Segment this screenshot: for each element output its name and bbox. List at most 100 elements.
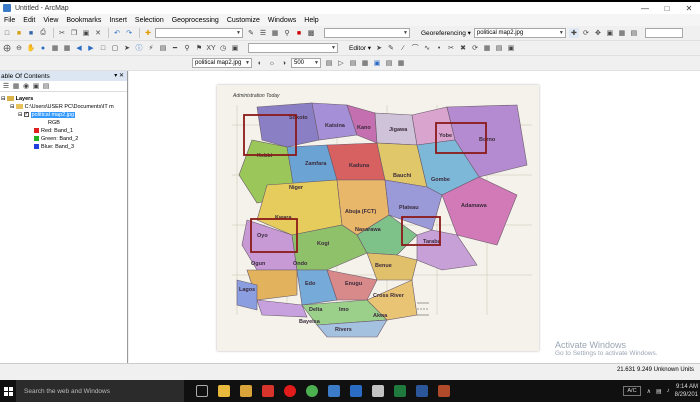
list-by-source-icon[interactable]: ▦ (12, 82, 20, 90)
fixed-zoom-in-icon[interactable]: ▦ (50, 43, 60, 53)
toolbar-combo-1[interactable]: ▼ (324, 28, 410, 38)
word-icon[interactable] (416, 385, 428, 397)
list-by-drawing-order-icon[interactable]: ☰ (2, 82, 10, 90)
swipe-icon[interactable]: ▷ (336, 58, 346, 68)
map-scale-combo[interactable]: ▼ (155, 28, 243, 38)
select-features-icon[interactable]: □ (98, 43, 108, 53)
folder-row[interactable]: ⊟ C:\Users\USER PC\Documents\IT m (10, 103, 114, 110)
end-point-arc-icon[interactable]: ⌒ (410, 43, 420, 53)
zoom-in-icon[interactable]: ⨁ (2, 43, 12, 53)
rotate-feature-icon[interactable]: ⟳ (470, 43, 480, 53)
find-icon[interactable]: ⚲ (182, 43, 192, 53)
brightness-icon[interactable]: ☼ (267, 58, 277, 68)
scale-icon[interactable]: ▣ (605, 28, 615, 38)
menu-insert[interactable]: Insert (109, 17, 127, 24)
open-icon[interactable]: ■ (14, 28, 24, 38)
new-document-icon[interactable]: □ (2, 28, 12, 38)
find-route-icon[interactable]: ⚑ (194, 43, 204, 53)
straight-segment-icon[interactable]: ∕ (398, 43, 408, 53)
layers-dataframe[interactable]: ⊟ Layers (1, 95, 33, 102)
menu-geoprocessing[interactable]: Geoprocessing (172, 17, 219, 24)
undo-icon[interactable]: ↶ (112, 28, 122, 38)
menu-customize[interactable]: Customize (227, 17, 260, 24)
point-icon[interactable]: • (434, 43, 444, 53)
fixed-zoom-out-icon[interactable]: ▦ (62, 43, 72, 53)
cut-polygons-icon[interactable]: ✂ (446, 43, 456, 53)
layer-name[interactable]: political map2.jpg (30, 111, 76, 118)
python-icon[interactable]: ▩ (306, 28, 316, 38)
store-icon[interactable] (350, 385, 362, 397)
raster-icon[interactable]: ▣ (372, 58, 382, 68)
overlay-icon[interactable]: ▤ (384, 58, 394, 68)
contrast-icon[interactable]: ◐ (255, 58, 265, 68)
split-icon[interactable]: ✖ (458, 43, 468, 53)
full-extent-icon[interactable]: ● (38, 43, 48, 53)
select-elements-icon[interactable]: ➤ (122, 43, 132, 53)
attributes-icon[interactable]: ▦ (482, 43, 492, 53)
catalog-icon[interactable]: ▦ (270, 28, 280, 38)
sketch-properties-icon[interactable]: ▤ (494, 43, 504, 53)
arctoolbox-icon[interactable]: ■ (294, 28, 304, 38)
find-combo[interactable] (644, 28, 683, 38)
transparency-icon[interactable]: ◑ (279, 58, 289, 68)
flicker-icon[interactable]: ▤ (324, 58, 334, 68)
html-popup-icon[interactable]: ▤ (158, 43, 168, 53)
add-data-icon[interactable]: ✚ (143, 28, 153, 38)
network-icon[interactable]: ▤ (656, 388, 662, 395)
menu-bookmarks[interactable]: Bookmarks (66, 17, 101, 24)
search-icon[interactable]: ⚲ (282, 28, 292, 38)
editor-toolbar-icon[interactable]: ✎ (246, 28, 256, 38)
identify-icon[interactable]: ⓘ (134, 43, 144, 53)
map-view[interactable]: Sokoto Katsina Kano Jigawa Yobe Borno Ke… (129, 71, 700, 363)
menu-file[interactable]: File (4, 17, 15, 24)
print-icon[interactable]: ⎙ (38, 28, 48, 38)
folder-app-icon[interactable] (240, 385, 252, 397)
clear-selection-icon[interactable]: ▢ (110, 43, 120, 53)
layer-row[interactable]: ⊟ ✓ political map2.jpg (18, 111, 76, 118)
arcmap-taskbar-icon[interactable] (328, 385, 340, 397)
paste-icon[interactable]: ▣ (81, 28, 91, 38)
taskbar-clock[interactable]: 9:14 AM 8/29/201 (675, 383, 698, 399)
list-by-visibility-icon[interactable]: ◉ (22, 82, 30, 90)
taskbar-search-box[interactable]: Search the web and Windows (16, 380, 184, 402)
copy-icon[interactable]: ❐ (69, 28, 79, 38)
menu-selection[interactable]: Selection (135, 17, 164, 24)
collapse-icon[interactable]: ⊟ (18, 112, 23, 118)
time-slider-icon[interactable]: ◷ (218, 43, 228, 53)
goto-xy-icon[interactable]: XY (206, 43, 216, 53)
task-view-icon[interactable] (196, 385, 208, 397)
layer-visibility-checkbox[interactable]: ✓ (23, 112, 29, 117)
delete-icon[interactable]: ✕ (93, 28, 103, 38)
editor-menu[interactable]: Editor ▾ (349, 44, 371, 52)
table-of-contents-icon[interactable]: ☰ (258, 28, 268, 38)
layer-combo[interactable]: political map2.jpg ▼ (192, 58, 252, 68)
chrome-icon[interactable] (306, 385, 318, 397)
shift-icon[interactable]: ✥ (593, 28, 603, 38)
minimize-icon[interactable]: — (634, 2, 656, 14)
app-icon[interactable] (372, 385, 384, 397)
histogram-icon[interactable]: ▦ (360, 58, 370, 68)
create-viewer-icon[interactable]: ▣ (230, 43, 240, 53)
map-pan-icon[interactable]: ▤ (348, 58, 358, 68)
collapse-icon[interactable]: ⊟ (1, 96, 6, 102)
toc-options-icon[interactable]: ▤ (42, 82, 50, 90)
menu-edit[interactable]: Edit (23, 17, 35, 24)
georeference-layer-combo[interactable]: political map2.jpg ▼ (473, 28, 566, 38)
list-by-selection-icon[interactable]: ▣ (32, 82, 40, 90)
app-icon[interactable] (438, 385, 450, 397)
close-icon[interactable]: ✕ (678, 2, 700, 14)
save-icon[interactable]: ■ (26, 28, 36, 38)
volume-icon[interactable]: ♪ (667, 388, 670, 394)
file-explorer-icon[interactable] (218, 385, 230, 397)
zoom-level-combo[interactable]: 500 ▼ (291, 58, 321, 68)
toc-close-icon[interactable]: ▾ ✕ (114, 72, 124, 79)
cut-icon[interactable]: ✂ (57, 28, 67, 38)
excel-icon[interactable] (394, 385, 406, 397)
pan-icon[interactable]: ✋ (26, 43, 36, 53)
edit-tool-icon[interactable]: ➤ (374, 43, 384, 53)
collapse-icon[interactable]: ⊟ (10, 104, 15, 110)
measure-icon[interactable]: ━ (170, 43, 180, 53)
edit-annotation-icon[interactable]: ✎ (386, 43, 396, 53)
back-icon[interactable]: ◀ (74, 43, 84, 53)
menu-help[interactable]: Help (304, 17, 318, 24)
